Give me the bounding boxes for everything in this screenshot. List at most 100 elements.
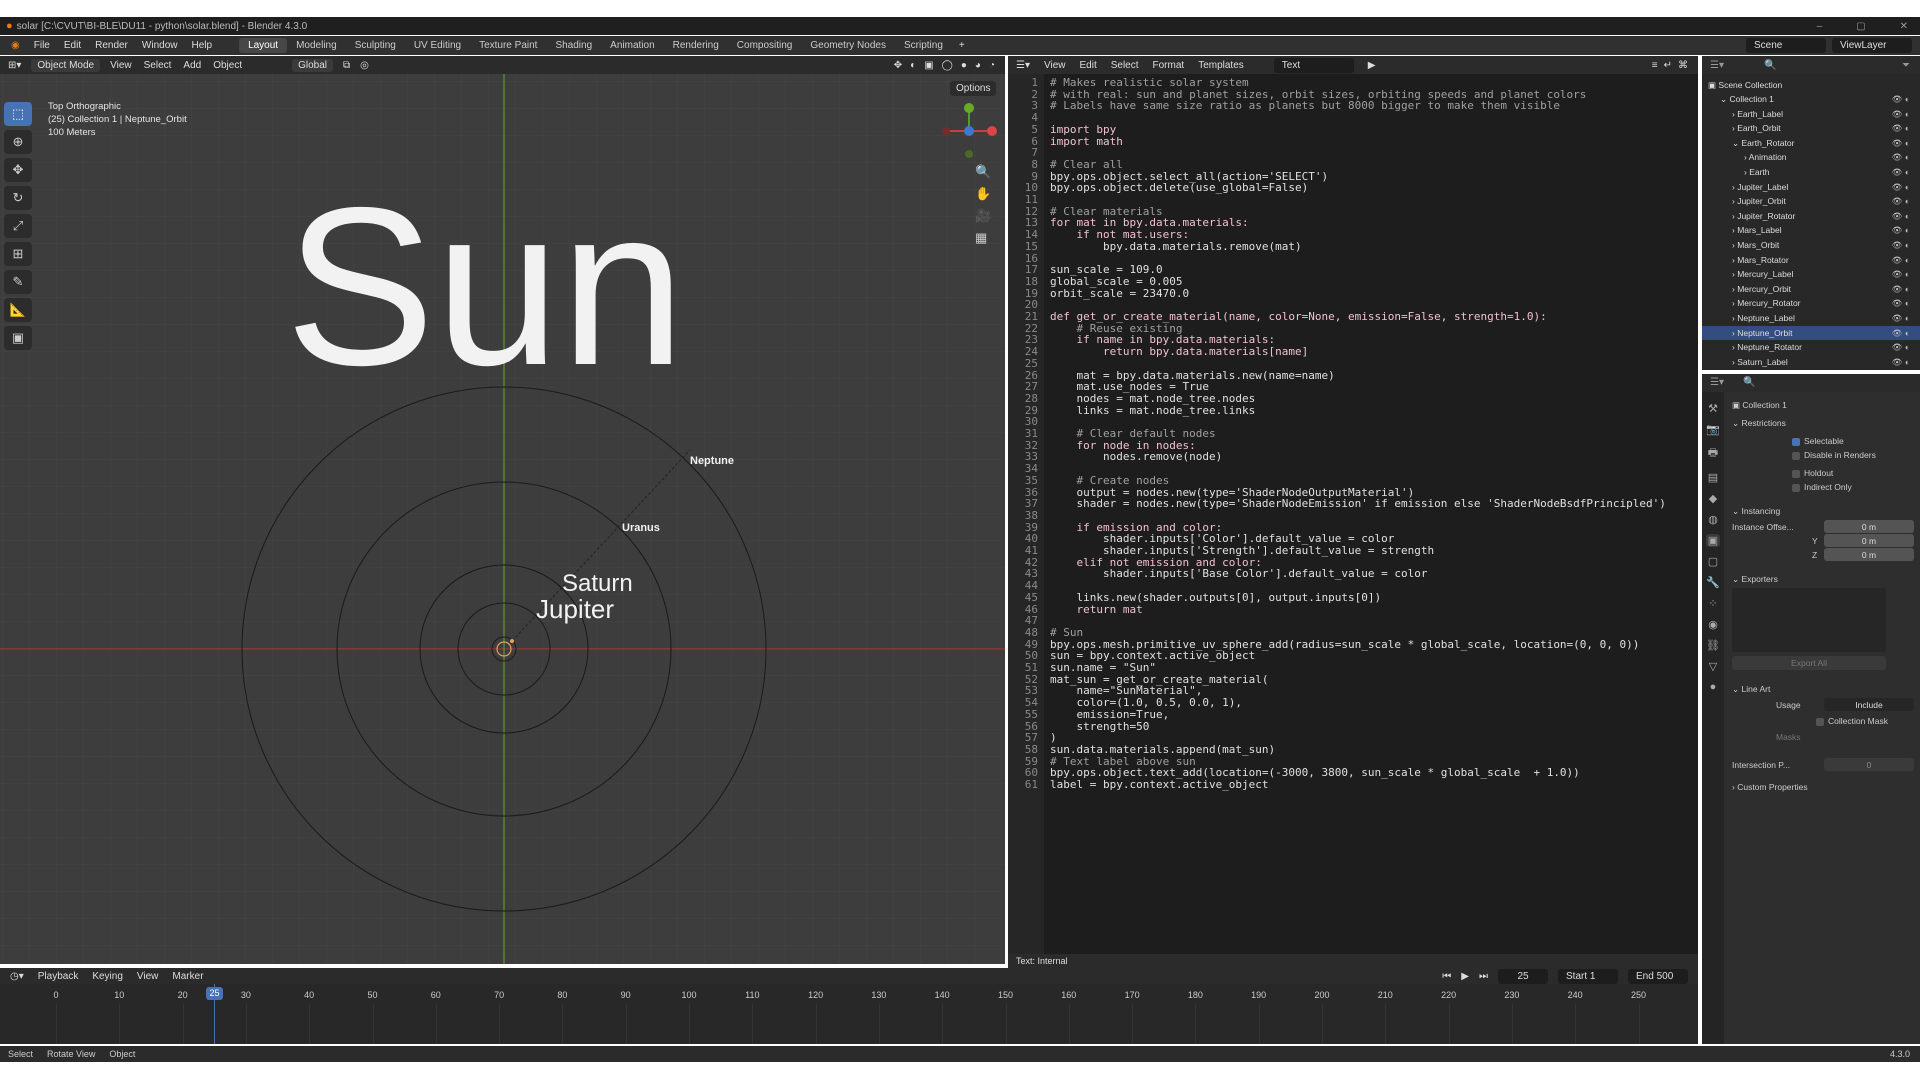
expand-arrow-icon[interactable]: ›	[1702, 152, 1749, 162]
tab-scripting[interactable]: Scripting	[895, 38, 952, 53]
tab-sculpting[interactable]: Sculpting	[346, 38, 405, 53]
expand-arrow-icon[interactable]: ›	[1702, 196, 1737, 206]
visibility-eye-icon[interactable]: 👁 ◐	[1892, 282, 1910, 296]
word-wrap-toggle-icon[interactable]: ↵	[1664, 60, 1672, 71]
select-box-icon[interactable]: ⬚	[4, 102, 32, 126]
outliner-item[interactable]: › Neptune_Label 👁 ◐	[1702, 311, 1920, 325]
expand-arrow-icon[interactable]: ›	[1702, 123, 1737, 133]
filter-icon[interactable]: ⏷	[1902, 60, 1920, 71]
snap-icon[interactable]: ⧉	[343, 60, 350, 71]
menu-window[interactable]: Window	[135, 40, 185, 51]
world-tab-icon[interactable]: ◍	[1708, 513, 1718, 526]
visibility-eye-icon[interactable]: 👁 ◐	[1892, 340, 1910, 354]
play-icon[interactable]: ▶	[1461, 971, 1469, 982]
restrictions-section[interactable]: ⌄ Restrictions	[1732, 416, 1914, 430]
minimize-icon[interactable]: –	[1817, 21, 1823, 32]
outliner-type-icon[interactable]: ☰▾	[1710, 60, 1724, 71]
tool-tab-icon[interactable]: ⚒	[1708, 402, 1718, 415]
visibility-eye-icon[interactable]: 👁 ◐	[1892, 253, 1910, 267]
expand-arrow-icon[interactable]: ›	[1702, 167, 1749, 177]
expand-arrow-icon[interactable]: ›	[1702, 109, 1737, 119]
text-menu-format[interactable]: Format	[1153, 60, 1185, 71]
viewport-menu-object[interactable]: Object	[213, 60, 242, 71]
export-all-button[interactable]: Export All	[1732, 656, 1886, 670]
expand-arrow-icon[interactable]: ›	[1702, 240, 1737, 250]
exporters-list[interactable]	[1732, 588, 1886, 652]
visibility-eye-icon[interactable]: 👁 ◐	[1892, 267, 1910, 281]
editor-type-icon[interactable]: ⊞▾	[8, 60, 21, 71]
visibility-eye-icon[interactable]: 👁 ◐	[1892, 92, 1910, 106]
overlay-toggle-icon[interactable]: ◐	[910, 60, 916, 71]
outliner-item[interactable]: › Saturn_Label 👁 ◐	[1702, 355, 1920, 369]
proportional-edit-icon[interactable]: ◎	[360, 60, 369, 71]
ortho-toggle-icon[interactable]: ▦	[975, 230, 991, 246]
outliner-item[interactable]: › Mars_Orbit 👁 ◐	[1702, 238, 1920, 252]
outliner-item[interactable]: › Mercury_Orbit 👁 ◐	[1702, 282, 1920, 296]
offset-z-field[interactable]: 0 m	[1824, 548, 1914, 561]
tab-texture-paint[interactable]: Texture Paint	[470, 38, 546, 53]
menu-help[interactable]: Help	[184, 40, 219, 51]
text-menu-templates[interactable]: Templates	[1198, 60, 1244, 71]
timeline-menu-keying[interactable]: Keying	[92, 971, 123, 982]
rotate-icon[interactable]: ↻	[4, 186, 32, 210]
zoom-icon[interactable]: 🔍	[975, 164, 991, 180]
tab-rendering[interactable]: Rendering	[664, 38, 728, 53]
visibility-eye-icon[interactable]: 👁 ◐	[1892, 311, 1910, 325]
outliner-item[interactable]: ⌄ Earth_Rotator 👁 ◐	[1702, 136, 1920, 150]
viewport-menu-add[interactable]: Add	[183, 60, 201, 71]
visibility-eye-icon[interactable]: 👁 ◐	[1892, 194, 1910, 208]
outliner-item[interactable]: ⌄ Collection 1 👁 ◐	[1702, 92, 1920, 106]
constraints-tab-icon[interactable]: ⛓	[1706, 639, 1720, 652]
shading-wireframe-icon[interactable]: ◯	[942, 60, 953, 71]
text-editor[interactable]: 1 2 3 4 5 6 7 8 9 10 11 12 13 14 15 16 17 18 19 20 21 22 23 24 2…	[1008, 74, 1698, 954]
text-menu-edit[interactable]: Edit	[1079, 60, 1096, 71]
menu-render[interactable]: Render	[88, 40, 135, 51]
gizmo-toggle-icon[interactable]: ✥	[894, 60, 902, 71]
instancing-section[interactable]: ⌄ Instancing	[1732, 504, 1914, 518]
add-workspace-button[interactable]: +	[952, 40, 972, 51]
annotate-icon[interactable]: ✎	[4, 270, 32, 294]
object-tab-icon[interactable]: ▢	[1708, 555, 1718, 568]
material-tab-icon[interactable]: ●	[1710, 681, 1717, 693]
outliner-item[interactable]: › Mercury_Label 👁 ◐	[1702, 267, 1920, 281]
shading-rendered-icon[interactable]: ◔	[989, 60, 995, 71]
viewport-menu-select[interactable]: Select	[144, 60, 172, 71]
visibility-eye-icon[interactable]: 👁 ◐	[1892, 107, 1910, 121]
jump-end-icon[interactable]: ⏭	[1479, 971, 1488, 982]
mode-dropdown[interactable]: Object Mode	[31, 58, 101, 72]
text-menu-view[interactable]: View	[1044, 60, 1066, 71]
expand-arrow-icon[interactable]: ›	[1702, 269, 1737, 279]
particles-tab-icon[interactable]: ⁘	[1708, 597, 1717, 610]
tab-compositing[interactable]: Compositing	[728, 38, 802, 53]
outliner-item[interactable]: › Earth 👁 ◐	[1702, 165, 1920, 179]
text-menu-select[interactable]: Select	[1111, 60, 1139, 71]
visibility-eye-icon[interactable]: 👁 ◐	[1892, 326, 1910, 340]
view-layer-selector[interactable]: ViewLayer	[1832, 38, 1912, 53]
menu-edit[interactable]: Edit	[57, 40, 88, 51]
indirect-only-checkbox[interactable]: Indirect Only	[1732, 480, 1914, 494]
orientation-dropdown[interactable]: Global	[292, 58, 334, 72]
timeline[interactable]: 0 10 20 30 40 50 60 70 80 90 100 110 120 130 140 150 160…	[0, 984, 1698, 1044]
run-script-icon[interactable]: ▶	[1368, 60, 1376, 71]
scale-icon[interactable]: ⤢	[4, 214, 32, 238]
visibility-eye-icon[interactable]: 👁 ◐	[1892, 150, 1910, 164]
holdout-checkbox[interactable]: Holdout	[1732, 466, 1914, 480]
selectable-checkbox[interactable]: Selectable	[1732, 434, 1914, 448]
visibility-eye-icon[interactable]: 👁 ◐	[1892, 296, 1910, 310]
cursor-icon[interactable]: ⊕	[4, 130, 32, 154]
close-icon[interactable]: ✕	[1900, 21, 1908, 32]
expand-arrow-icon[interactable]: ›	[1702, 255, 1737, 265]
scene-collection-row[interactable]: ▣ Scene Collection	[1702, 78, 1920, 92]
outliner-item[interactable]: › Mars_Rotator 👁 ◐	[1702, 253, 1920, 267]
viewport-canvas[interactable]: Sun Saturn Jupiter Uranus Neptune	[0, 74, 1005, 964]
offset-x-field[interactable]: 0 m	[1824, 520, 1914, 533]
outliner[interactable]: ▣ Scene Collection ⌄ Collection 1 👁 ◐ › Ea…	[1702, 74, 1920, 370]
expand-arrow-icon[interactable]: ›	[1702, 342, 1737, 352]
expand-arrow-icon[interactable]: ›	[1702, 284, 1737, 294]
visibility-eye-icon[interactable]: 👁 ◐	[1892, 355, 1910, 369]
add-cube-icon[interactable]: ▣	[4, 326, 32, 350]
collection-mask-checkbox[interactable]: Collection Mask	[1732, 714, 1914, 728]
offset-y-field[interactable]: 0 m	[1824, 534, 1914, 547]
tab-uv-editing[interactable]: UV Editing	[405, 38, 470, 53]
expand-arrow-icon[interactable]: ›	[1702, 298, 1737, 308]
